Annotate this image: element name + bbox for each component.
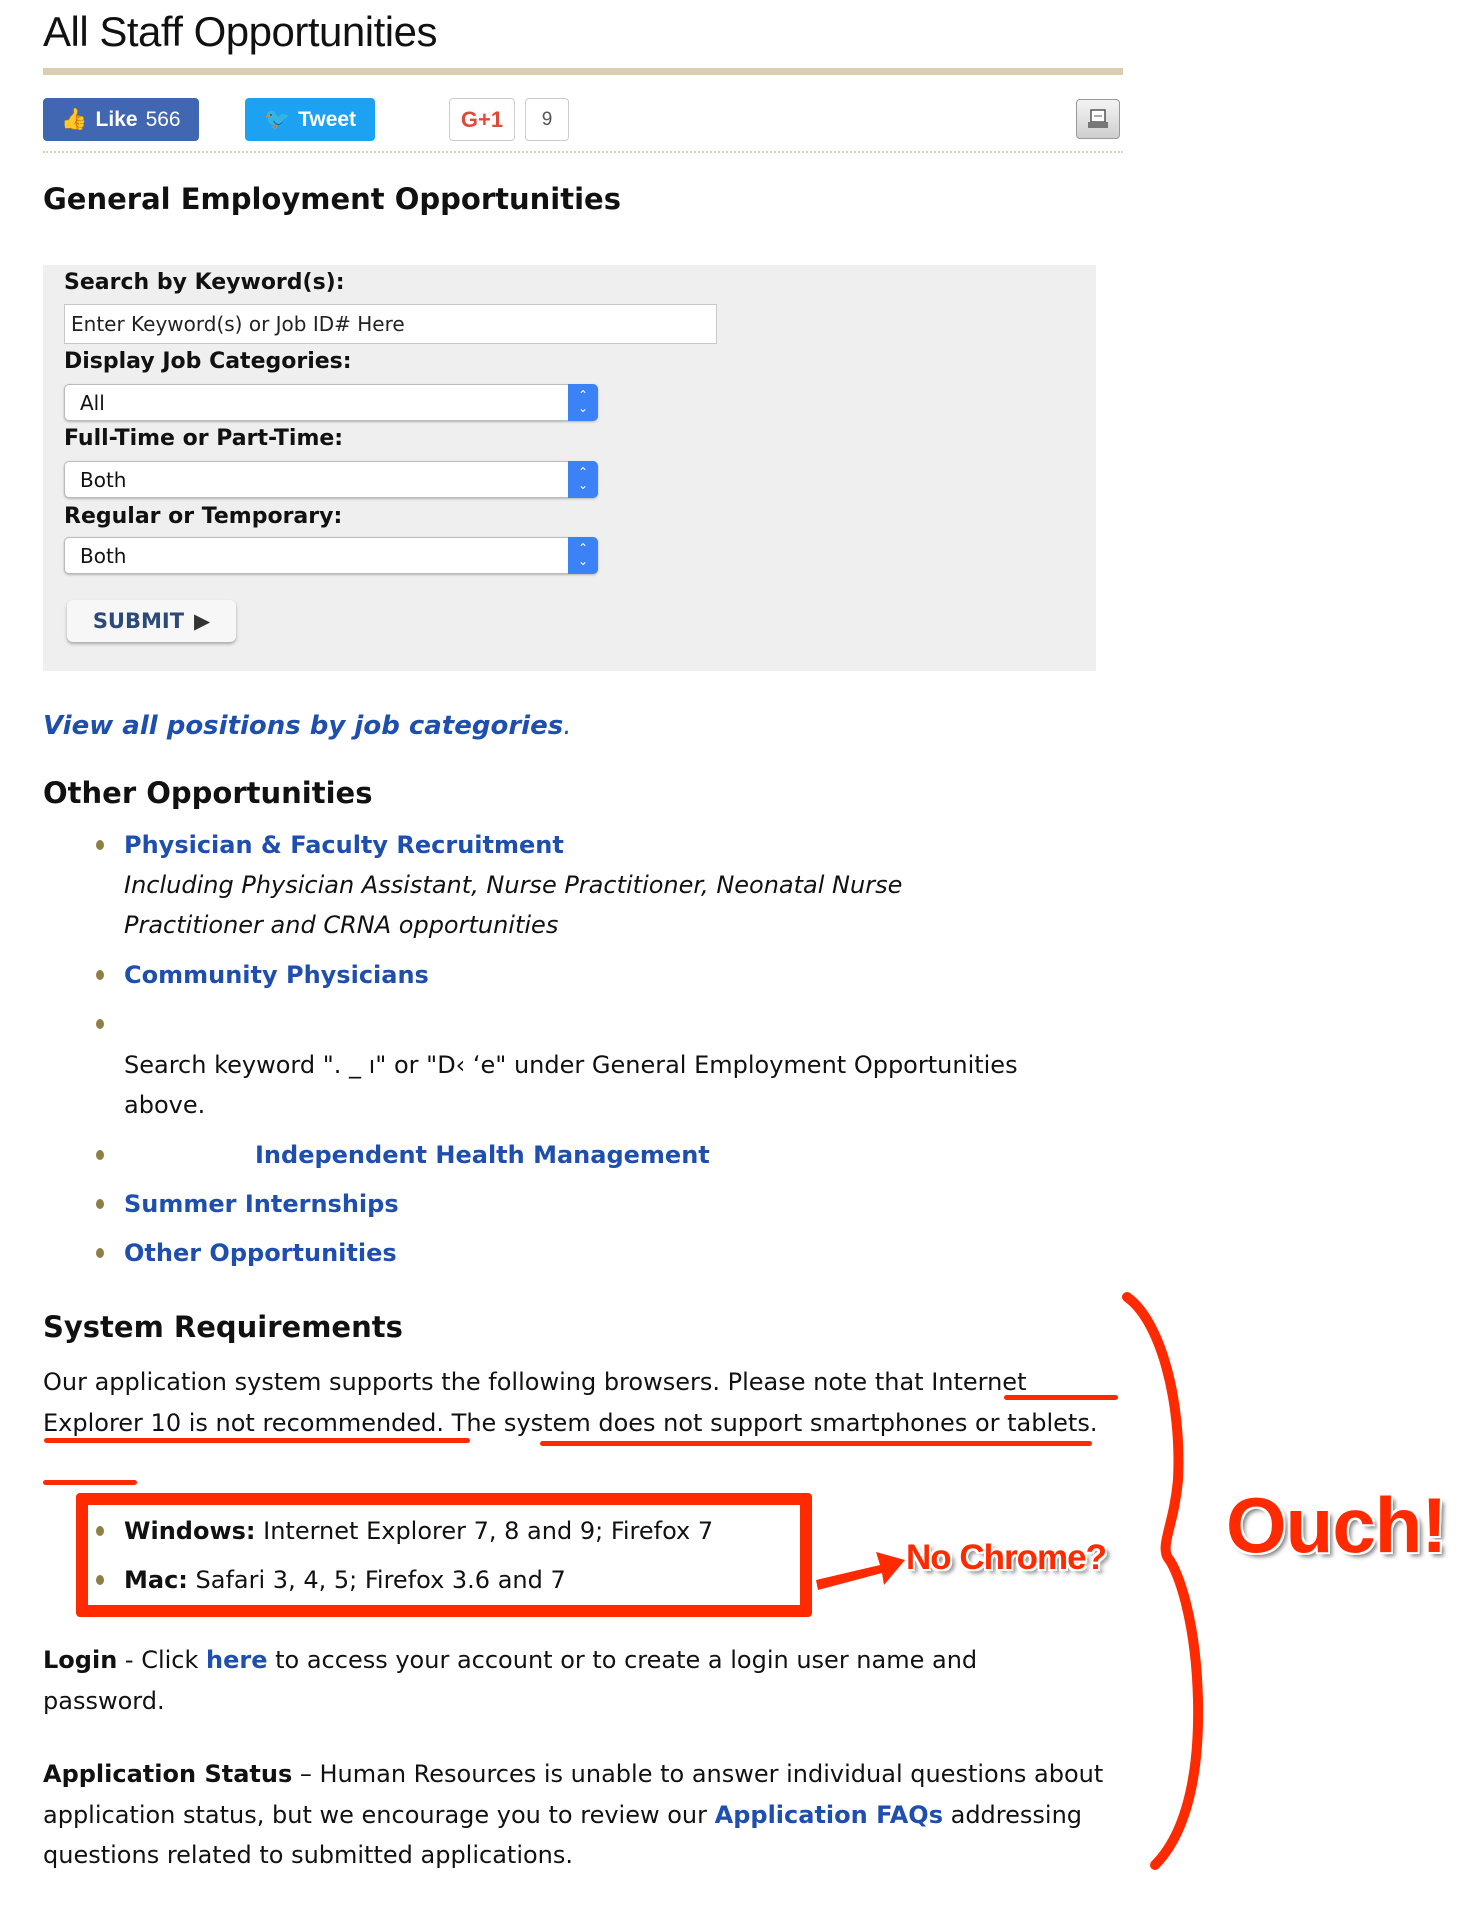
annotation-brace-icon xyxy=(1122,1292,1204,1870)
no-chrome-annotation: No Chrome? xyxy=(906,1538,1107,1577)
ouch-annotation: Ouch! xyxy=(1226,1481,1447,1569)
annotation-arrow-icon xyxy=(816,1552,905,1590)
annotation-overlay xyxy=(816,1292,1204,1870)
